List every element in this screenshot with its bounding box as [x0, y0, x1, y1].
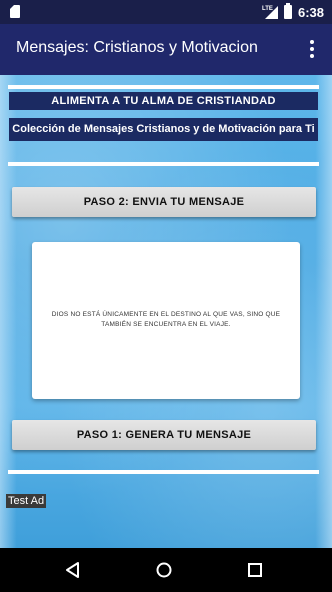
- network-type: LTE: [261, 6, 273, 12]
- banner-subtitle: Colección de Mensajes Cristianos y de Mo…: [9, 118, 318, 141]
- signal-icon: LTE: [261, 5, 278, 19]
- message-card: Dios no está únicamente en el destino al…: [32, 242, 300, 399]
- main-content: ALIMENTA A TU ALMA DE CRISTIANDAD Colecc…: [0, 75, 332, 548]
- more-vert-icon[interactable]: [302, 36, 322, 62]
- home-icon[interactable]: [154, 560, 174, 580]
- generate-message-button[interactable]: PASO 1: GENERA TU MENSAJE: [12, 420, 316, 450]
- test-ad-banner[interactable]: Test Ad: [6, 494, 47, 508]
- send-message-button[interactable]: PASO 2: ENVIA TU MENSAJE: [12, 187, 316, 217]
- divider: [8, 85, 319, 89]
- message-text: Dios no está únicamente en el destino al…: [51, 311, 281, 328]
- app-bar: Mensajes: Cristianos y Motivacion: [0, 24, 332, 75]
- sd-card-icon: [10, 5, 20, 18]
- app-title: Mensajes: Cristianos y Motivacion: [16, 39, 258, 56]
- banner-title: ALIMENTA A TU ALMA DE CRISTIANDAD: [9, 92, 318, 110]
- divider: [8, 470, 319, 474]
- navigation-bar: [0, 548, 332, 592]
- recents-icon[interactable]: [245, 560, 265, 580]
- status-bar: LTE 6:38: [0, 0, 332, 24]
- battery-icon: [283, 3, 292, 19]
- back-icon[interactable]: [63, 560, 83, 580]
- status-time: 6:38: [297, 4, 324, 20]
- divider: [8, 162, 319, 166]
